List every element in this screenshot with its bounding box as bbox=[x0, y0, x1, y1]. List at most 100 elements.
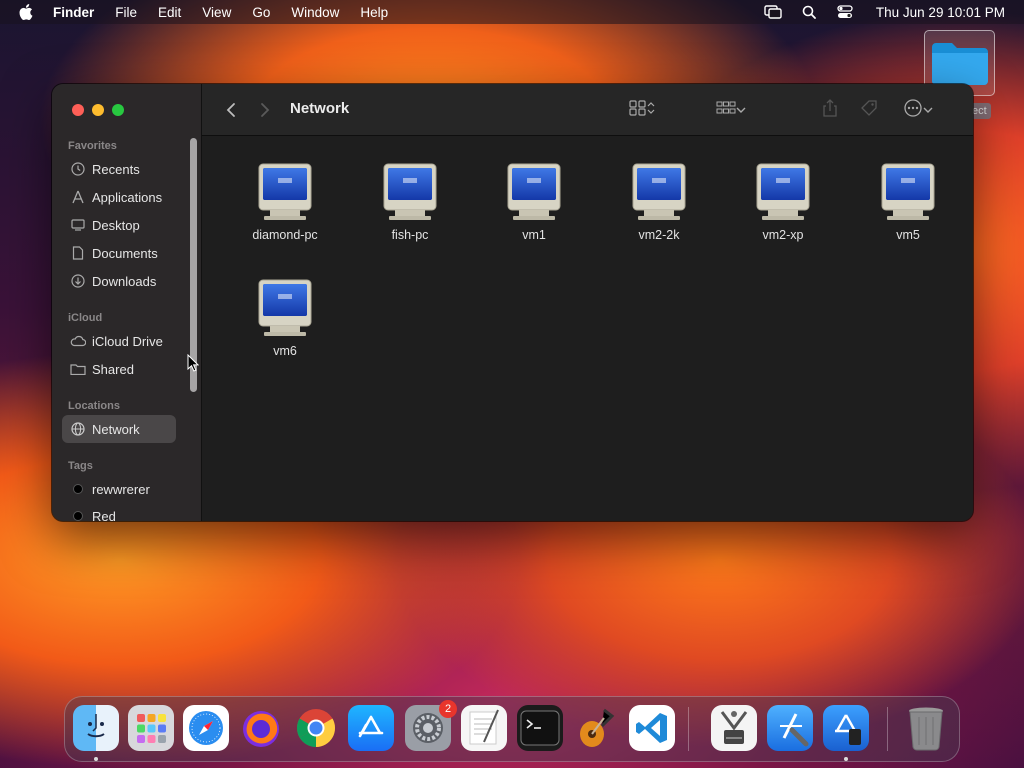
forward-button[interactable] bbox=[256, 98, 274, 122]
minimize-button[interactable] bbox=[92, 104, 104, 116]
screen-mirroring-icon[interactable] bbox=[764, 3, 782, 21]
sidebar-tag-rewwrerer[interactable]: rewwrerer bbox=[62, 475, 176, 503]
download-icon bbox=[70, 273, 86, 289]
sidebar-item-downloads[interactable]: Downloads bbox=[62, 267, 176, 295]
sidebar-item-recents[interactable]: Recents bbox=[62, 155, 176, 183]
sidebar-item-applications[interactable]: Applications bbox=[62, 183, 176, 211]
dock: 2 bbox=[64, 696, 960, 762]
zoom-button[interactable] bbox=[112, 104, 124, 116]
trash-icon bbox=[906, 705, 946, 751]
dock-separator bbox=[688, 707, 689, 751]
computer-icon bbox=[853, 162, 963, 222]
dock-firefox-app[interactable] bbox=[238, 705, 284, 751]
group-icon bbox=[716, 101, 736, 120]
dock-garageband-app[interactable] bbox=[573, 705, 619, 751]
item-label: vm2-xp bbox=[762, 228, 804, 242]
menu-window[interactable]: Window bbox=[291, 5, 339, 20]
item-label: vm1 bbox=[522, 228, 546, 242]
network-computer-item[interactable]: vm1 bbox=[479, 162, 589, 242]
sidebar-item-label: Red bbox=[92, 508, 116, 522]
dock-chrome-app[interactable] bbox=[293, 705, 339, 751]
system-info-icon bbox=[714, 708, 754, 748]
menu-file[interactable]: File bbox=[115, 5, 137, 20]
sidebar-item-icloud-drive[interactable]: iCloud Drive bbox=[62, 327, 176, 355]
dock-xcode-app[interactable] bbox=[767, 705, 813, 751]
sidebar-item-label: Downloads bbox=[92, 273, 157, 289]
cloud-icon bbox=[70, 333, 86, 349]
safari-icon bbox=[186, 708, 226, 748]
tag-color-dot bbox=[73, 511, 83, 521]
sidebar-header-favorites: Favorites bbox=[68, 140, 117, 152]
sidebar-item-label: Shared bbox=[92, 361, 134, 377]
running-indicator bbox=[844, 757, 848, 761]
share-button[interactable] bbox=[820, 98, 840, 122]
network-computer-item[interactable]: diamond-pc bbox=[230, 162, 340, 242]
dock-textedit-app[interactable] bbox=[461, 705, 507, 751]
menu-clock[interactable]: Thu Jun 29 10:01 PM bbox=[876, 5, 1005, 20]
clock-icon bbox=[70, 161, 86, 177]
finder-window: Favorites Recents Applications Desktop D… bbox=[52, 84, 973, 521]
menu-help[interactable]: Help bbox=[360, 5, 388, 20]
item-label: fish-pc bbox=[391, 228, 429, 242]
dock-simulator-app[interactable] bbox=[823, 705, 869, 751]
dock-terminal-app[interactable] bbox=[517, 705, 563, 751]
apple-menu-icon[interactable] bbox=[19, 4, 37, 20]
network-computer-item[interactable]: vm2-xp bbox=[728, 162, 838, 242]
desktop-icon bbox=[70, 217, 86, 233]
sidebar-item-desktop[interactable]: Desktop bbox=[62, 211, 176, 239]
spotlight-icon[interactable] bbox=[800, 3, 818, 21]
sidebar-item-label: Documents bbox=[92, 245, 158, 261]
control-center-icon[interactable] bbox=[836, 3, 854, 21]
menu-go[interactable]: Go bbox=[252, 5, 270, 20]
dock-app-store-app[interactable] bbox=[348, 705, 394, 751]
dock-safari-app[interactable] bbox=[183, 705, 229, 751]
sidebar-header-icloud: iCloud bbox=[68, 312, 103, 324]
finder-toolbar: Network bbox=[202, 84, 973, 136]
simulator-icon bbox=[827, 709, 865, 747]
mouse-cursor-icon bbox=[187, 354, 199, 372]
grid-view-icon bbox=[629, 99, 647, 121]
launchpad-icon bbox=[134, 711, 168, 745]
sidebar-tag-red[interactable]: Red bbox=[62, 502, 176, 521]
dock-launchpad-app[interactable] bbox=[128, 705, 174, 751]
group-by-button[interactable] bbox=[712, 98, 750, 122]
xcode-icon bbox=[770, 708, 810, 748]
action-menu-button[interactable] bbox=[900, 98, 936, 122]
dock-vscode-app[interactable] bbox=[629, 705, 675, 751]
close-button[interactable] bbox=[72, 104, 84, 116]
tag-button[interactable] bbox=[858, 98, 880, 122]
more-icon bbox=[903, 98, 923, 123]
applications-icon bbox=[70, 189, 86, 205]
menu-edit[interactable]: Edit bbox=[158, 5, 181, 20]
network-computer-item[interactable]: vm6 bbox=[230, 278, 340, 358]
menu-app-name[interactable]: Finder bbox=[53, 5, 94, 20]
sidebar-item-network[interactable]: Network bbox=[62, 415, 176, 443]
view-mode-button[interactable] bbox=[624, 98, 660, 122]
computer-icon bbox=[355, 162, 465, 222]
sidebar-item-shared[interactable]: Shared bbox=[62, 355, 176, 383]
tag-color-dot bbox=[73, 484, 83, 494]
share-icon bbox=[823, 98, 837, 122]
menu-bar: Finder File Edit View Go Window Help Thu… bbox=[0, 0, 1024, 24]
computer-icon bbox=[230, 278, 340, 338]
window-controls bbox=[72, 104, 124, 116]
network-computer-item[interactable]: vm2-2k bbox=[604, 162, 714, 242]
computer-icon bbox=[479, 162, 589, 222]
menu-view[interactable]: View bbox=[202, 5, 231, 20]
dock-system-info-app[interactable] bbox=[711, 705, 757, 751]
dock-finder-app[interactable] bbox=[73, 705, 119, 751]
sidebar-item-label: Network bbox=[92, 421, 140, 437]
sidebar-item-label: rewwrerer bbox=[92, 481, 150, 497]
firefox-icon bbox=[239, 706, 283, 750]
sidebar-header-tags: Tags bbox=[68, 460, 93, 472]
finder-sidebar: Favorites Recents Applications Desktop D… bbox=[52, 84, 202, 521]
network-computer-item[interactable]: fish-pc bbox=[355, 162, 465, 242]
vscode-icon bbox=[634, 710, 670, 746]
network-computer-item[interactable]: vm5 bbox=[853, 162, 963, 242]
sidebar-item-documents[interactable]: Documents bbox=[62, 239, 176, 267]
finder-icon bbox=[78, 710, 114, 746]
dock-trash-app[interactable] bbox=[903, 705, 949, 751]
back-button[interactable] bbox=[222, 98, 240, 122]
dock-settings-app[interactable]: 2 bbox=[405, 700, 457, 751]
chrome-icon bbox=[294, 706, 338, 750]
